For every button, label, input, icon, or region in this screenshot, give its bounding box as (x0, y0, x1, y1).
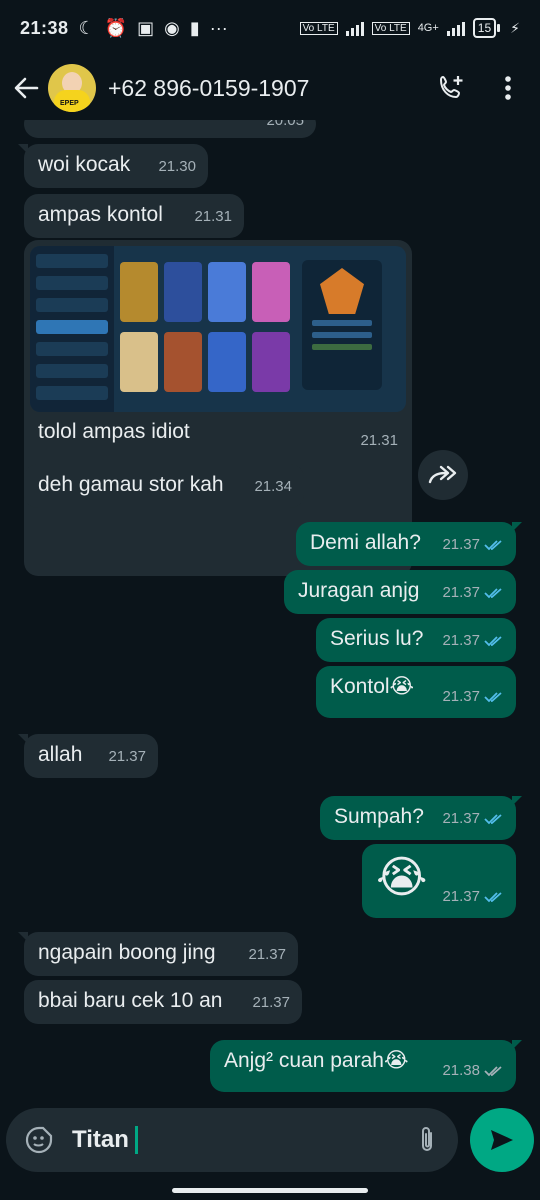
message-emoji: 😭 (376, 853, 428, 902)
notification-icons: ☾ ⏰ ▣ ◉ ▮ ··· (79, 18, 228, 39)
menu-button[interactable] (488, 68, 528, 108)
read-ticks-icon (484, 892, 502, 903)
forward-icon (428, 465, 457, 484)
more-vertical-icon (505, 76, 511, 100)
message-time: 21.37 (442, 580, 504, 606)
text-caret (134, 1126, 138, 1154)
message-time: 21.37 (442, 532, 504, 558)
message-text: Juragan anjg (298, 579, 420, 602)
status-time: 21:38 (20, 17, 69, 38)
message-text: Kontol😭 (330, 675, 415, 698)
message-text: ngapain boong jing (38, 941, 216, 964)
message-text: Demi allah? (310, 531, 421, 554)
chat-header: EPEP +62 896-0159-1907 (0, 56, 540, 120)
message-input-value: Titan (72, 1126, 129, 1153)
read-ticks-icon (484, 692, 502, 703)
message-bubble-out[interactable]: Demi allah? 21.37 (296, 522, 522, 566)
read-ticks-icon (484, 588, 502, 599)
volte-icon-2: Vo LTE (371, 21, 410, 35)
moon-icon: ☾ (78, 17, 95, 38)
image-skin-grid (120, 262, 290, 392)
more-dots-icon: ··· (209, 17, 228, 38)
message-bubble-in[interactable]: bbai baru cek 10 an 21.37 (24, 980, 302, 1024)
contact-name[interactable]: +62 896-0159-1907 (108, 75, 416, 102)
image-sidebar (30, 246, 114, 412)
battery-level: 15 (477, 21, 492, 35)
screenshot-image[interactable] (30, 246, 406, 412)
message-composer: Titan (6, 1108, 458, 1172)
paperclip-icon (422, 1127, 432, 1151)
read-ticks-icon (484, 540, 502, 551)
message-text: bbai baru cek 10 an (38, 989, 223, 1012)
send-icon (491, 1130, 513, 1150)
avatar-shirt-text: EPEP (60, 100, 79, 107)
back-button[interactable] (12, 74, 40, 102)
read-ticks-icon (484, 636, 502, 647)
message-list[interactable]: 20.05 woi kocak 21.30 ampas kontol 21.31… (0, 120, 540, 1100)
signal-icon-2 (446, 20, 465, 36)
message-text: allah (38, 743, 83, 766)
message-time: 21.31 (360, 432, 398, 449)
message-time: 21.31 (194, 208, 232, 225)
attach-button[interactable] (412, 1123, 442, 1157)
message-time: 21.37 (442, 806, 504, 832)
message-text: Anjg² cuan parah😭 (224, 1049, 409, 1072)
status-bar: 21:38 ☾ ⏰ ▣ ◉ ▮ ··· Vo LTE Vo LTE 4G+ 15… (0, 0, 540, 56)
message-bubble-out[interactable]: Anjg² cuan parah😭 21.38 (210, 1040, 522, 1092)
read-ticks-icon (484, 814, 502, 825)
message-bubble-out[interactable]: 😭 21.37 (362, 844, 516, 918)
message-time: 21.37 (108, 748, 146, 765)
image-emblem (302, 260, 382, 390)
message-text: Sumpah? (334, 805, 424, 828)
lock-icon: ▮ (189, 17, 200, 38)
app-icon: ◉ (164, 17, 180, 38)
alarm-icon: ⏰ (104, 17, 128, 38)
message-bubble-in[interactable]: deh gamau stor kah 21.34 (24, 464, 304, 508)
message-time: 21.37 (248, 946, 286, 963)
message-time: 20.05 (266, 120, 304, 129)
message-bubble-out[interactable]: Kontol😭 21.37 (316, 666, 516, 718)
avatar[interactable]: EPEP (48, 64, 96, 112)
send-button[interactable] (470, 1108, 534, 1172)
add-call-button[interactable] (432, 68, 472, 108)
message-time: 21.37 (442, 884, 504, 910)
message-time: 21.37 (442, 628, 504, 654)
message-bubble-out[interactable]: Sumpah? 21.37 (320, 796, 522, 840)
message-input[interactable]: Titan (72, 1126, 412, 1154)
message-bubble-in[interactable]: allah 21.37 (18, 734, 158, 778)
message-text: woi kocak (38, 153, 131, 176)
signal-icon (345, 20, 364, 36)
message-text: ampas kontol (38, 203, 163, 226)
message-text: deh gamau stor kah (38, 473, 224, 496)
volte-icon: Vo LTE (299, 21, 338, 35)
phone-plus-icon (439, 75, 463, 99)
network-label: 4G+ (417, 22, 439, 34)
message-bubble-out[interactable]: Juragan anjg 21.37 (284, 570, 516, 614)
message-bubble-in[interactable]: ampas kontol 21.31 (24, 194, 244, 238)
message-text: Serius lu? (330, 627, 424, 650)
message-time: 21.38 (442, 1058, 504, 1084)
charging-icon: ⚡ (510, 19, 520, 36)
message-time: 21.34 (254, 478, 292, 495)
message-bubble-in[interactable]: woi kocak 21.30 (18, 144, 208, 188)
message-bubble-partial[interactable]: 20.05 (24, 120, 316, 138)
message-time: 21.37 (442, 684, 504, 710)
forward-button[interactable] (418, 450, 468, 500)
message-time: 21.37 (252, 994, 290, 1011)
emoji-button[interactable] (22, 1123, 56, 1157)
sent-ticks-icon (484, 1066, 502, 1077)
home-indicator[interactable] (172, 1188, 368, 1193)
arrow-left-icon (14, 77, 39, 99)
battery-icon: 15 (472, 18, 501, 38)
message-bubble-out[interactable]: Serius lu? 21.37 (316, 618, 516, 662)
message-bubble-in[interactable]: ngapain boong jing 21.37 (18, 932, 298, 976)
sticker-icon (25, 1126, 53, 1154)
message-time: 21.30 (158, 158, 196, 175)
calendar-icon: ▣ (137, 17, 155, 38)
message-text: tolol ampas idiot (38, 420, 190, 443)
